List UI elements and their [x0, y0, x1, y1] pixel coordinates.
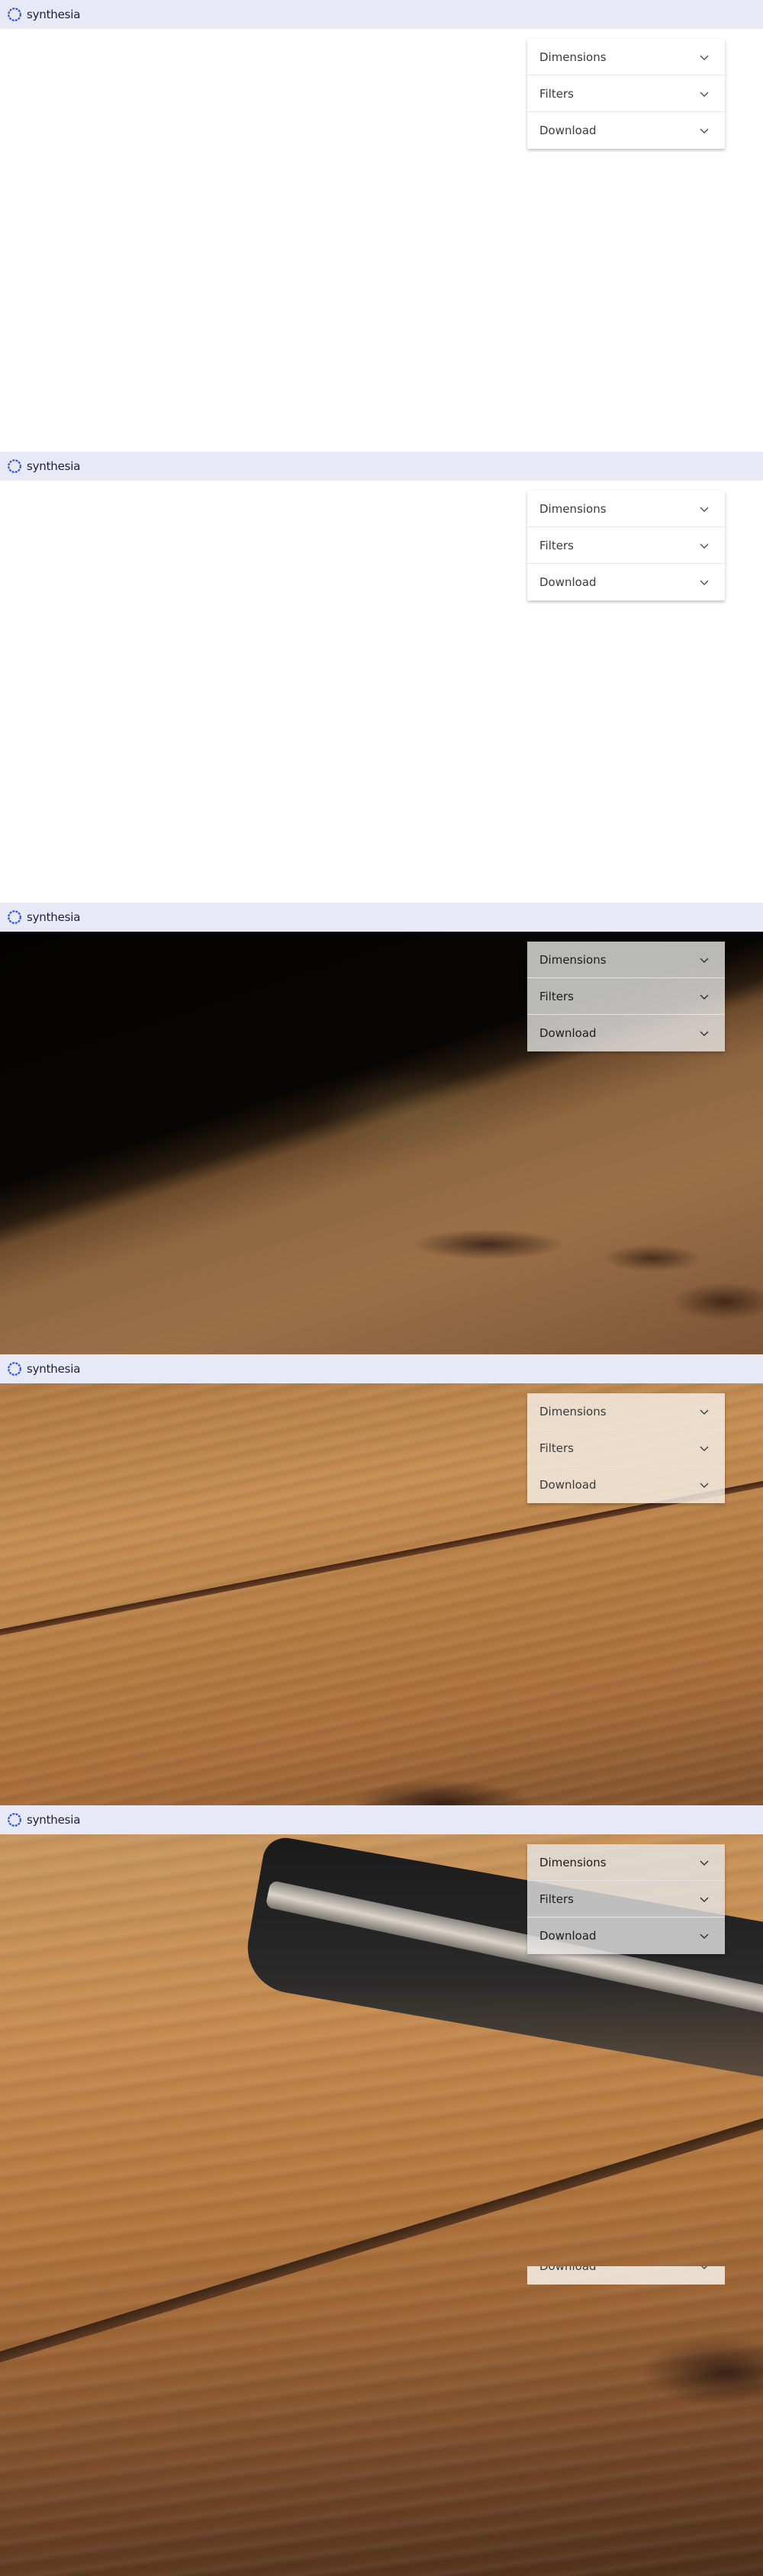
accordion-label: Download — [539, 1478, 597, 1492]
accordion-label: Filters — [539, 1892, 574, 1906]
chevron-down-icon — [700, 543, 709, 549]
chevron-down-icon — [700, 128, 709, 134]
accordion-dimensions[interactable]: Dimensions — [527, 942, 725, 978]
chevron-down-icon — [700, 957, 709, 963]
chevron-down-icon — [700, 2266, 708, 2270]
accordion-label: Download — [539, 124, 597, 137]
settings-accordion: Dimensions Filters Download — [527, 942, 725, 1051]
top-bar: synthesia — [0, 1354, 763, 1383]
screen-frame-5: synthesia Dimensions Filters Download Do… — [0, 1805, 763, 2576]
top-bar: synthesia — [0, 903, 763, 932]
brand-name: synthesia — [27, 8, 81, 21]
accordion-download[interactable]: Download — [527, 1918, 725, 1954]
synthesia-logo-icon — [8, 910, 21, 924]
accordion-label: Filters — [539, 538, 574, 552]
chevron-down-icon — [700, 580, 709, 586]
accordion-label: Download — [539, 1026, 597, 1040]
chevron-down-icon — [700, 1483, 709, 1489]
image-canvas: Dimensions Filters Download Download — [0, 1834, 763, 2576]
accordion-download[interactable]: Download — [527, 2266, 725, 2285]
accordion-label: Dimensions — [539, 1404, 607, 1418]
screen-frame-3: synthesia Dimensions Filters Download — [0, 903, 763, 1354]
chevron-down-icon — [700, 1031, 709, 1037]
top-bar: synthesia — [0, 1805, 763, 1834]
settings-accordion: Dimensions Filters Download — [527, 1844, 725, 1954]
accordion-label: Download — [539, 2266, 597, 2273]
accordion-label: Filters — [539, 86, 574, 101]
synthesia-logo-icon — [8, 459, 21, 473]
image-canvas: Dimensions Filters Download — [0, 1383, 763, 1805]
accordion-filters[interactable]: Filters — [527, 1430, 725, 1467]
image-canvas: Dimensions Filters Download — [0, 29, 763, 452]
screen-frame-4: synthesia Dimensions Filters Download — [0, 1354, 763, 1805]
chevron-down-icon — [700, 1445, 709, 1451]
synthesia-logo-icon — [8, 1362, 21, 1376]
accordion-label: Dimensions — [539, 50, 607, 64]
accordion-filters[interactable]: Filters — [527, 1881, 725, 1918]
chevron-down-icon — [700, 993, 709, 1000]
screen-frame-2: synthesia Dimensions Filters Download — [0, 452, 763, 903]
brand-name: synthesia — [27, 459, 81, 473]
chevron-down-icon — [700, 506, 709, 512]
chevron-down-icon — [700, 1409, 709, 1415]
accordion-label: Dimensions — [539, 1855, 607, 1869]
accordion-label: Dimensions — [539, 952, 607, 967]
accordion-filters[interactable]: Filters — [527, 76, 725, 112]
top-bar: synthesia — [0, 452, 763, 481]
wood-knot — [412, 1229, 565, 1260]
accordion-label: Filters — [539, 989, 574, 1003]
settings-accordion: Dimensions Filters Download — [527, 491, 725, 601]
accordion-label: Download — [539, 1929, 597, 1943]
synthesia-logo-icon — [8, 8, 21, 21]
chevron-down-icon — [700, 1934, 709, 1940]
accordion-label: Filters — [539, 1441, 574, 1455]
accordion-label: Download — [539, 575, 597, 589]
brand-name: synthesia — [27, 1362, 81, 1376]
image-canvas: Dimensions Filters Download — [0, 932, 763, 1354]
settings-accordion: Dimensions Filters Download — [527, 39, 725, 149]
accordion-download[interactable]: Download — [527, 1467, 725, 1503]
chevron-down-icon — [700, 54, 709, 60]
screen-frame-1: synthesia Dimensions Filters Download — [0, 0, 763, 452]
brand-name: synthesia — [27, 910, 81, 924]
wood-knot — [603, 1245, 702, 1272]
photo-blur — [320, 1069, 519, 1161]
chevron-down-icon — [700, 1896, 709, 1902]
accordion-download[interactable]: Download — [527, 112, 725, 149]
accordion-dimensions[interactable]: Dimensions — [527, 39, 725, 76]
wood-seam — [0, 2115, 763, 2372]
accordion-dimensions[interactable]: Dimensions — [527, 491, 725, 527]
accordion-dimensions[interactable]: Dimensions — [527, 1844, 725, 1881]
settings-accordion: Dimensions Filters Download — [527, 1393, 725, 1503]
wood-knot — [641, 2338, 763, 2407]
synthesia-logo-icon — [8, 1813, 21, 1827]
image-canvas: Dimensions Filters Download — [0, 481, 763, 903]
top-bar: synthesia — [0, 0, 763, 29]
accordion-download[interactable]: Download — [527, 1015, 725, 1051]
accordion-fragment: Download — [527, 2266, 725, 2285]
accordion-download[interactable]: Download — [527, 564, 725, 601]
chevron-down-icon — [700, 1860, 709, 1866]
accordion-dimensions[interactable]: Dimensions — [527, 1393, 725, 1430]
chevron-down-icon — [700, 91, 709, 97]
brand-name: synthesia — [27, 1813, 81, 1827]
accordion-filters[interactable]: Filters — [527, 978, 725, 1015]
wood-knot — [351, 1780, 534, 1805]
accordion-label: Dimensions — [539, 501, 607, 516]
wood-knot — [671, 1283, 763, 1321]
accordion-filters[interactable]: Filters — [527, 527, 725, 564]
